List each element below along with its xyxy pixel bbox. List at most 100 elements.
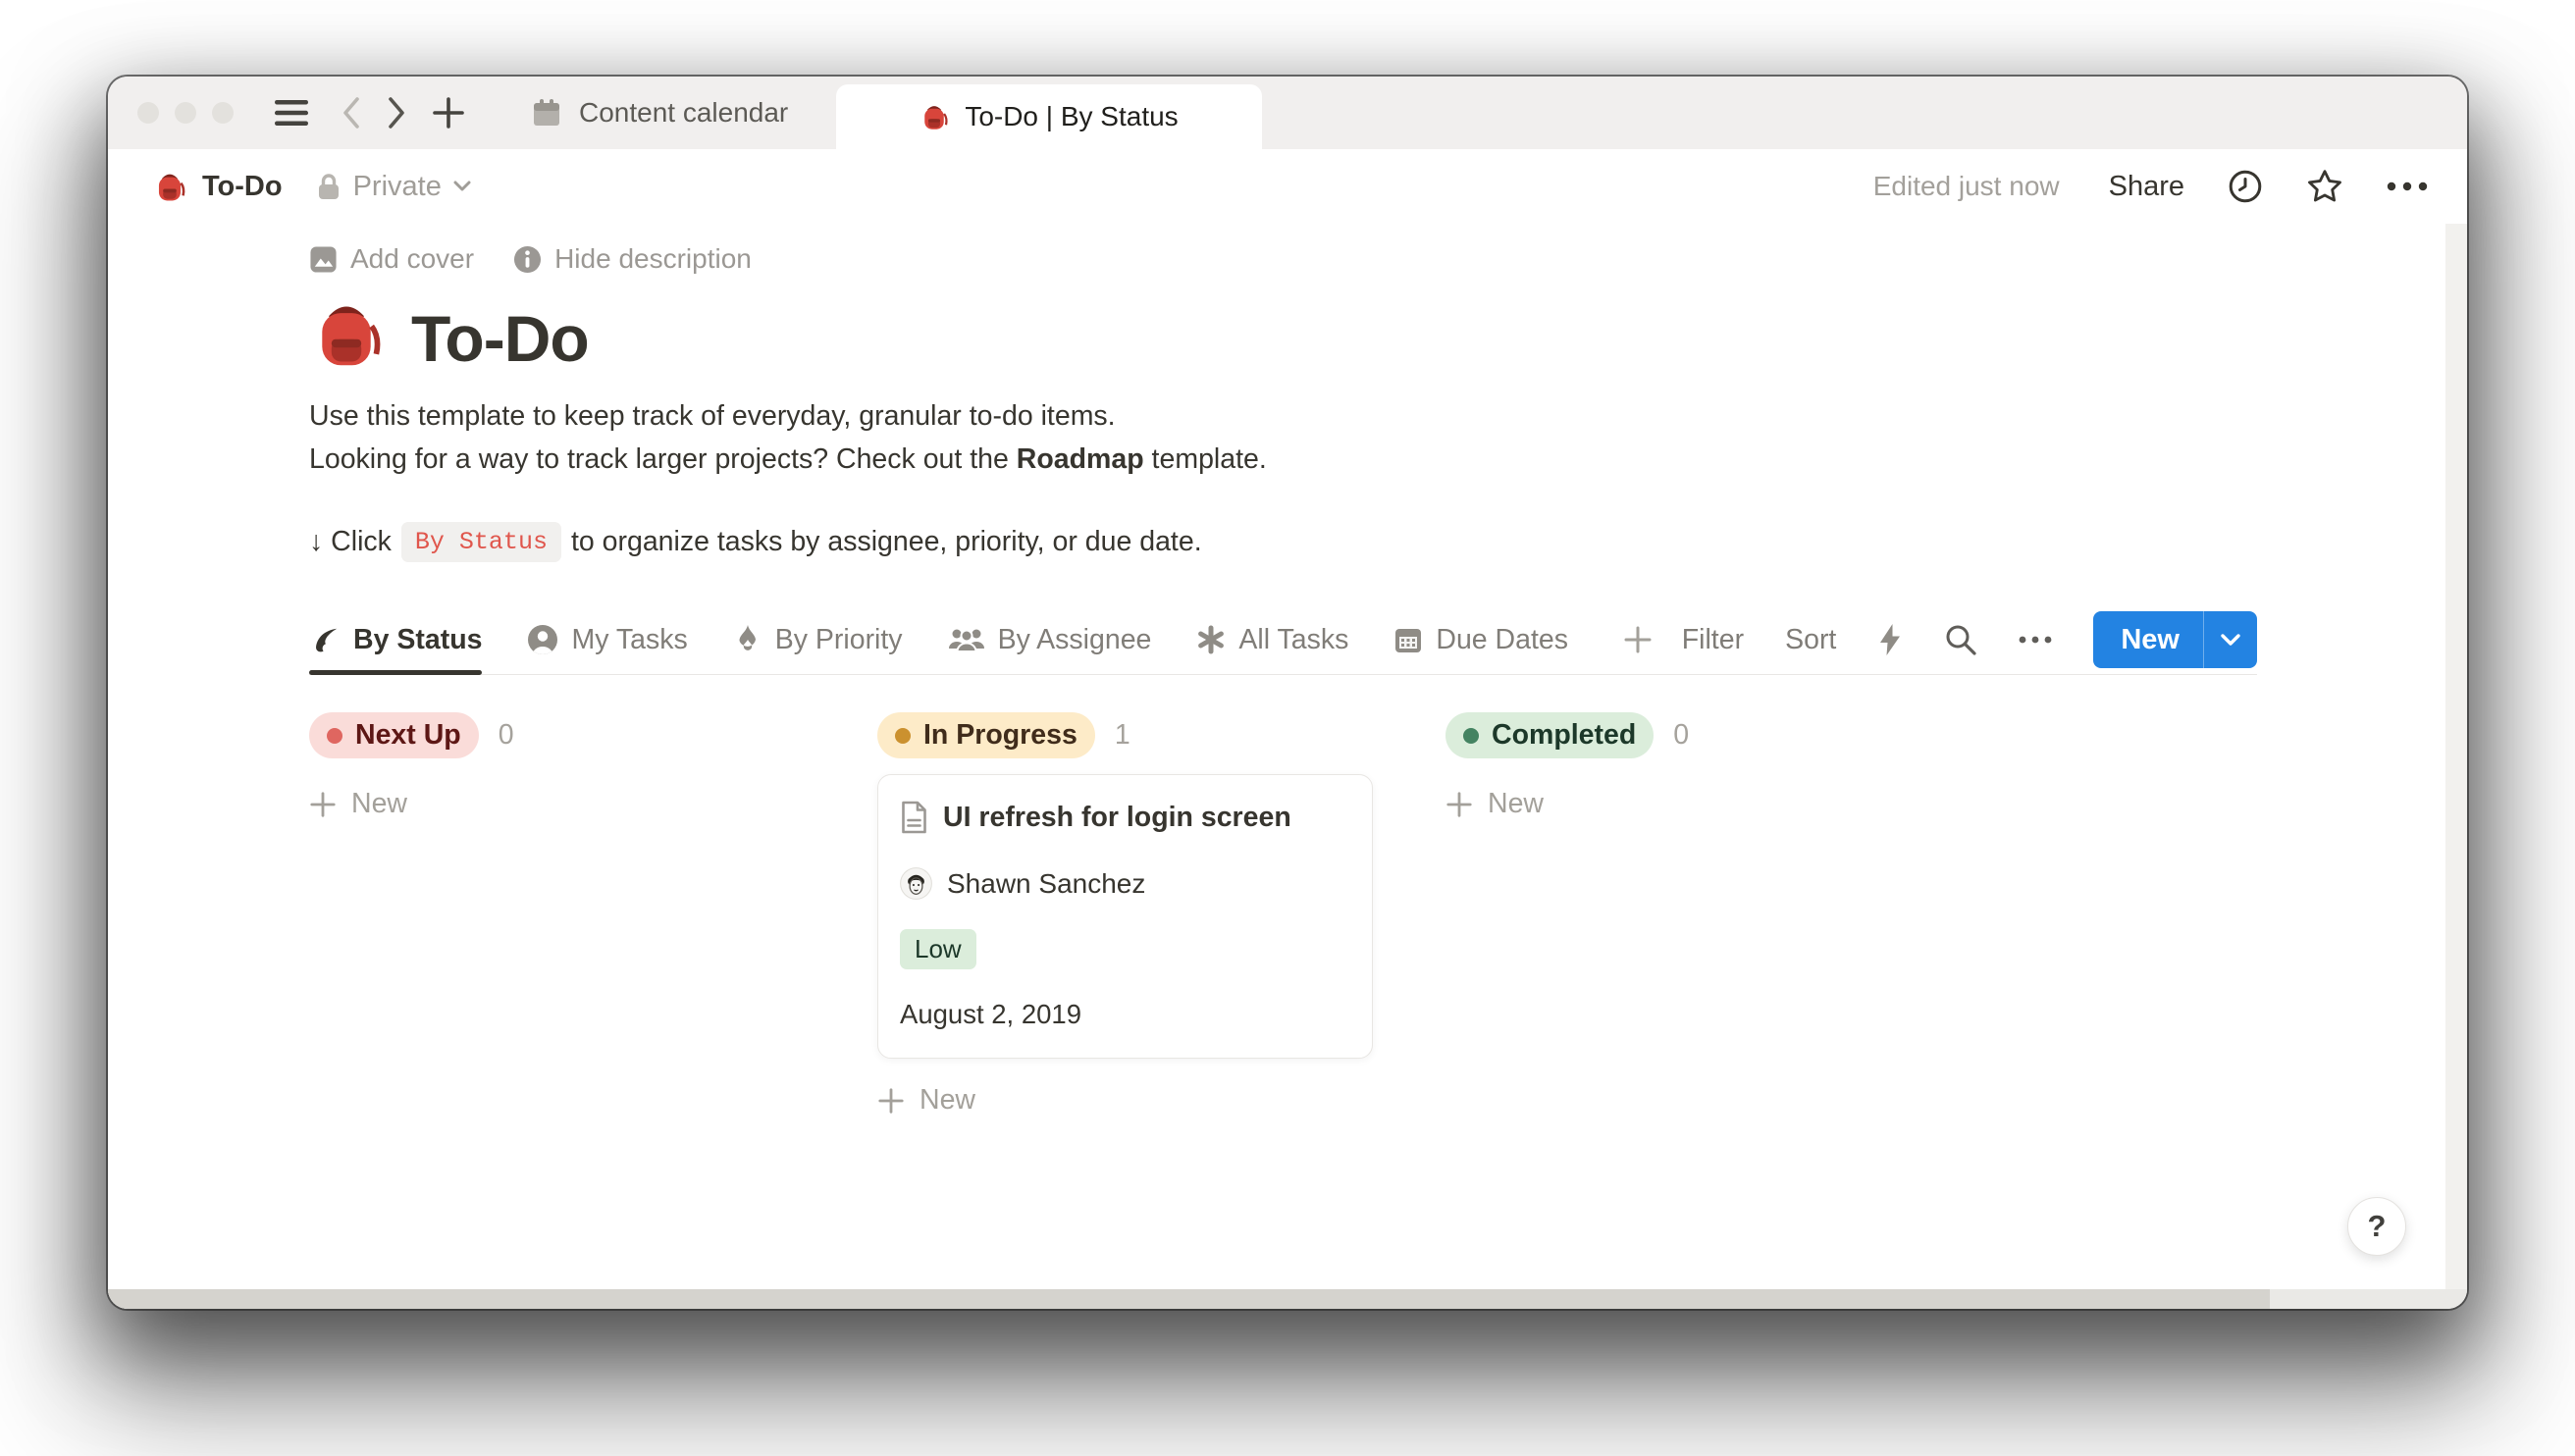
column-count: 0 [499, 719, 514, 752]
notion-window: Content calendar To-Do | By Status To-Do [108, 77, 2467, 1309]
calendar-icon [1393, 625, 1423, 654]
share-button[interactable]: Share [2109, 171, 2184, 203]
status-dot [327, 728, 342, 744]
hide-description-label: Hide description [554, 243, 752, 275]
add-card-label: New [920, 1084, 975, 1117]
description-text: Looking for a way to track larger projec… [309, 443, 1017, 475]
tab-label: Content calendar [579, 97, 788, 129]
status-dot [895, 728, 911, 744]
view-tab-all-tasks[interactable]: All Tasks [1196, 605, 1348, 674]
people-icon [948, 625, 985, 654]
tab-todo-by-status[interactable]: To-Do | By Status [836, 84, 1262, 149]
horizontal-scrollbar[interactable] [108, 1289, 2467, 1309]
vertical-scrollbar[interactable] [2445, 224, 2467, 1289]
privacy-label: Private [353, 171, 442, 203]
add-cover-button[interactable]: Add cover [309, 243, 474, 275]
plus-icon [877, 1087, 905, 1115]
view-tab-label: By Status [353, 624, 482, 656]
view-tabs-bar: By Status My Tasks By Prio [309, 605, 2257, 675]
back-icon[interactable] [342, 96, 361, 130]
page-description[interactable]: Use this template to keep track of every… [309, 394, 2257, 481]
view-tab-by-priority[interactable]: By Priority [733, 605, 903, 674]
help-label: ? [2368, 1209, 2387, 1244]
column-count: 0 [1673, 719, 1689, 752]
plus-icon [309, 791, 337, 818]
plus-icon [1445, 791, 1473, 818]
automation-bolt-icon[interactable] [1877, 623, 1903, 656]
column-next-up: Next Up 0 New [309, 712, 805, 1117]
view-tab-label: By Assignee [998, 624, 1152, 656]
new-tab-icon[interactable] [432, 96, 465, 130]
zoom-window-button[interactable] [212, 102, 234, 124]
status-pill-completed[interactable]: Completed [1445, 712, 1654, 758]
view-tab-label: Due Dates [1436, 624, 1568, 656]
priority-tag: Low [900, 929, 976, 969]
callout-text: ↓ Click [309, 526, 392, 558]
breadcrumb-page-title: To-Do [202, 171, 283, 203]
flame-icon [733, 624, 762, 655]
view-tab-label: My Tasks [571, 624, 687, 656]
column-count: 1 [1115, 719, 1130, 752]
view-tab-my-tasks[interactable]: My Tasks [527, 605, 687, 674]
backpack-emoji [920, 102, 949, 131]
view-tab-by-status[interactable]: By Status [309, 605, 482, 674]
add-card-button[interactable]: New [1445, 788, 1941, 820]
add-card-label: New [1488, 788, 1544, 820]
page-header-bar: To-Do Private Edited just now Share [108, 149, 2467, 224]
status-pill-in-progress[interactable]: In Progress [877, 712, 1095, 758]
status-label: In Progress [923, 719, 1077, 752]
add-card-button[interactable]: New [309, 788, 805, 820]
backpack-emoji [153, 170, 186, 203]
image-icon [309, 245, 338, 274]
edited-status: Edited just now [1873, 171, 2060, 202]
hide-description-button[interactable]: Hide description [513, 243, 752, 275]
history-icon[interactable] [2228, 169, 2263, 204]
view-options-icon[interactable] [2019, 636, 2052, 644]
minimize-window-button[interactable] [175, 102, 196, 124]
forward-icon[interactable] [387, 96, 406, 130]
breadcrumb[interactable]: To-Do [153, 170, 283, 203]
new-button-dropdown[interactable] [2203, 611, 2257, 668]
asterisk-icon [1196, 625, 1226, 654]
search-icon[interactable] [1944, 623, 1977, 656]
help-button[interactable]: ? [2347, 1197, 2406, 1256]
favorite-star-icon[interactable] [2306, 168, 2343, 205]
more-options-icon[interactable] [2387, 182, 2428, 191]
page-icon-backpack-emoji[interactable] [309, 296, 384, 371]
callout-line[interactable]: ↓ Click By Status to organize tasks by a… [309, 522, 2257, 562]
tab-label: To-Do | By Status [965, 101, 1178, 132]
board-view-icon [309, 624, 341, 655]
description-line-1: Use this template to keep track of every… [309, 394, 2257, 438]
task-card[interactable]: UI refresh for login screen Shawn Sanche… [877, 774, 1373, 1059]
status-label: Completed [1492, 719, 1636, 752]
sort-button[interactable]: Sort [1785, 624, 1836, 656]
sidebar-menu-icon[interactable] [275, 99, 308, 127]
add-card-label: New [351, 788, 407, 820]
tab-content-calendar[interactable]: Content calendar [532, 97, 788, 129]
page-icon [900, 801, 928, 834]
add-card-button[interactable]: New [877, 1084, 1373, 1117]
status-pill-next-up[interactable]: Next Up [309, 712, 479, 758]
privacy-dropdown[interactable]: Private [316, 171, 471, 203]
new-button-label[interactable]: New [2093, 611, 2203, 668]
view-tab-label: By Priority [775, 624, 903, 656]
add-cover-label: Add cover [350, 243, 474, 275]
new-button[interactable]: New [2093, 611, 2257, 668]
assignee-avatar [900, 867, 932, 900]
column-in-progress: In Progress 1 UI refresh for login scree… [877, 712, 1373, 1117]
description-line-2: Looking for a way to track larger projec… [309, 438, 2257, 481]
column-completed: Completed 0 New [1445, 712, 1941, 1117]
page-title[interactable]: To-Do [411, 306, 589, 371]
view-tab-due-dates[interactable]: Due Dates [1393, 605, 1568, 674]
calendar-icon [532, 98, 561, 128]
window-tab-bar: Content calendar To-Do | By Status [108, 77, 2467, 149]
add-view-icon[interactable] [1623, 605, 1653, 674]
filter-button[interactable]: Filter [1682, 624, 1744, 656]
kanban-board: Next Up 0 New In Progress 1 [309, 712, 2257, 1117]
due-date: August 2, 2019 [900, 999, 1350, 1030]
view-tab-by-assignee[interactable]: By Assignee [948, 605, 1152, 674]
roadmap-link-text: Roadmap [1017, 443, 1144, 475]
horizontal-scrollbar-thumb[interactable] [108, 1289, 2270, 1309]
by-status-code-tag: By Status [401, 522, 561, 562]
close-window-button[interactable] [137, 102, 159, 124]
